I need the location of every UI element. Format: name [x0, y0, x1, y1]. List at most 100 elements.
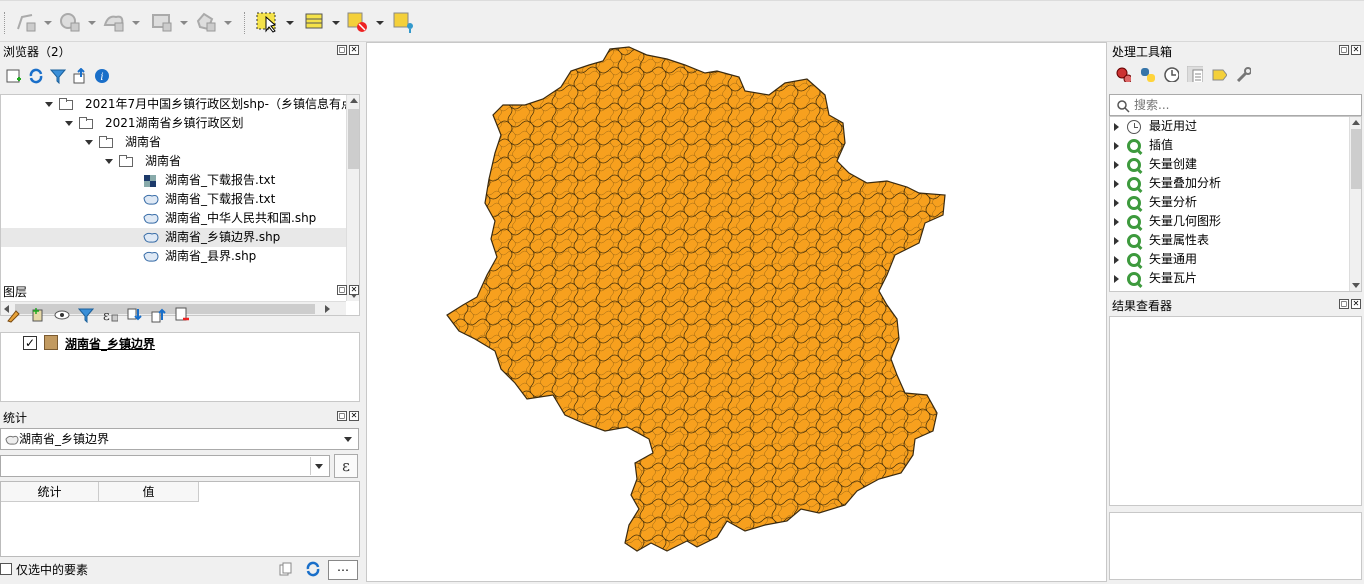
tree-item[interactable]: 矢量通用 — [1114, 250, 1197, 269]
map-canvas[interactable] — [366, 42, 1107, 582]
tree-item[interactable]: 2021湖南省乡镇行政区划 — [65, 114, 244, 133]
search-input-box[interactable] — [1109, 94, 1362, 116]
tree-item[interactable]: 矢量创建 — [1114, 155, 1197, 174]
filter-icon[interactable] — [50, 68, 66, 84]
results-list[interactable] — [1109, 316, 1362, 506]
scroll-thumb[interactable] — [348, 109, 359, 169]
column-header-stat[interactable]: 统计 — [1, 482, 99, 502]
expand-arrow-icon[interactable] — [45, 102, 53, 107]
expand-arrow-icon[interactable] — [85, 140, 93, 145]
toolbar-grip[interactable] — [244, 12, 246, 34]
field-expression-input[interactable] — [0, 455, 330, 477]
close-icon[interactable]: ✕ — [1351, 299, 1361, 309]
processing-vscrollbar[interactable] — [1349, 117, 1361, 291]
add-group-icon[interactable] — [30, 307, 46, 323]
collapse-all-icon[interactable] — [150, 307, 166, 323]
filter-legend-icon[interactable] — [78, 307, 94, 323]
copy-icon[interactable] — [279, 562, 293, 576]
layer-visibility-checkbox[interactable]: ✓ — [23, 336, 37, 350]
more-options-button[interactable]: ⋯ — [328, 560, 358, 580]
tree-item[interactable]: 湖南省_县界.shp — [143, 247, 256, 266]
close-icon[interactable]: ✕ — [349, 45, 359, 55]
options-wrench-icon[interactable] — [1235, 66, 1251, 82]
expression-filter-icon[interactable]: ε — [102, 307, 118, 323]
expand-arrow-icon[interactable] — [1114, 274, 1119, 283]
layer-select-dropdown[interactable]: 湖南省_乡镇边界 — [0, 428, 359, 450]
tree-item[interactable]: 湖南省 — [85, 133, 161, 152]
tree-item[interactable]: 矢量瓦片 — [1114, 269, 1197, 288]
style-brush-icon[interactable] — [6, 307, 22, 323]
qgis-icon — [1127, 271, 1141, 286]
digitize-icon[interactable] — [14, 10, 54, 34]
layer-name[interactable]: 湖南省_乡镇边界 — [65, 335, 155, 352]
panel-dock-buttons: ◻ ✕ — [337, 285, 359, 295]
expand-arrow-icon[interactable] — [1114, 141, 1119, 150]
add-circle-icon[interactable] — [194, 10, 234, 34]
identify-icon[interactable] — [392, 10, 416, 34]
add-rect-icon[interactable] — [150, 10, 190, 34]
tree-item-label: 矢量创建 — [1149, 157, 1198, 171]
close-icon[interactable]: ✕ — [1351, 45, 1361, 55]
tree-item[interactable]: 矢量分析 — [1114, 193, 1197, 212]
attribute-table-icon[interactable] — [304, 10, 344, 34]
edit-feature-icon[interactable] — [1211, 66, 1227, 82]
add-layer-icon[interactable] — [6, 68, 22, 84]
expand-arrow-icon[interactable] — [1114, 255, 1119, 264]
model-gears-icon[interactable] — [1115, 66, 1131, 82]
tree-item[interactable]: 矢量属性表 — [1114, 231, 1209, 250]
history-clock-icon[interactable] — [1163, 66, 1179, 82]
tree-item[interactable]: 2021年7月中国乡镇行政区划shp-（乡镇信息有点 — [45, 95, 353, 114]
results-document-icon[interactable] — [1187, 66, 1203, 82]
tree-item[interactable]: 湖南省_下载报告.txt — [143, 171, 275, 190]
select-feature-icon[interactable] — [256, 10, 296, 34]
expand-arrow-icon[interactable] — [1114, 179, 1119, 188]
tree-item-label: 湖南省_下载报告.txt — [165, 173, 276, 187]
qgis-icon — [1127, 195, 1141, 210]
chevron-down-icon[interactable] — [315, 464, 323, 469]
tree-item[interactable]: 湖南省 — [105, 152, 181, 171]
expand-arrow-icon[interactable] — [1114, 122, 1119, 131]
hunan-township-map[interactable] — [367, 43, 1106, 581]
only-selected-checkbox[interactable] — [0, 563, 12, 575]
float-icon[interactable]: ◻ — [1339, 45, 1349, 55]
python-icon[interactable] — [1139, 66, 1155, 82]
float-icon[interactable]: ◻ — [337, 45, 347, 55]
close-icon[interactable]: ✕ — [349, 285, 359, 295]
expand-arrow-icon[interactable] — [1114, 160, 1119, 169]
chevron-down-icon[interactable] — [344, 437, 352, 442]
layer-select-value: 湖南省_乡镇边界 — [19, 432, 110, 446]
info-icon[interactable]: i — [94, 68, 110, 84]
remove-layer-icon[interactable] — [174, 307, 190, 323]
toolbar-grip[interactable] — [4, 12, 6, 34]
tree-item[interactable]: 矢量叠加分析 — [1114, 174, 1221, 193]
tree-item[interactable]: 湖南省_中华人民共和国.shp — [143, 209, 316, 228]
add-polygon-icon[interactable] — [102, 10, 142, 34]
float-icon[interactable]: ◻ — [337, 411, 347, 421]
expand-arrow-icon[interactable] — [1114, 236, 1119, 245]
visibility-eye-icon[interactable] — [54, 307, 70, 323]
float-icon[interactable]: ◻ — [1339, 299, 1349, 309]
browser-vscrollbar[interactable] — [346, 95, 359, 301]
collapse-all-icon[interactable] — [72, 68, 88, 84]
add-point-icon[interactable] — [58, 10, 98, 34]
tree-item[interactable]: 矢量几何图形 — [1114, 212, 1221, 231]
expand-arrow-icon[interactable] — [1114, 217, 1119, 226]
scroll-thumb[interactable] — [1351, 129, 1361, 189]
tree-item[interactable]: 插值 — [1114, 136, 1173, 155]
expression-button[interactable]: ε — [334, 454, 358, 478]
expand-arrow-icon[interactable] — [105, 159, 113, 164]
tree-item-recent[interactable]: 最近用过 — [1114, 117, 1197, 136]
refresh-icon[interactable] — [28, 68, 44, 84]
expand-arrow-icon[interactable] — [1114, 198, 1119, 207]
tree-item-selected[interactable]: 湖南省_乡镇边界.shp — [1, 228, 346, 247]
deselect-icon[interactable] — [346, 10, 386, 34]
float-icon[interactable]: ◻ — [337, 285, 347, 295]
layer-symbol-icon[interactable] — [44, 335, 58, 350]
refresh-icon[interactable] — [305, 561, 321, 577]
expand-all-icon[interactable] — [126, 307, 142, 323]
close-icon[interactable]: ✕ — [349, 411, 359, 421]
tree-item[interactable]: 湖南省_下载报告.txt — [143, 190, 275, 209]
expand-arrow-icon[interactable] — [65, 121, 73, 126]
search-input[interactable] — [1134, 96, 1354, 114]
column-header-value[interactable]: 值 — [99, 482, 199, 502]
